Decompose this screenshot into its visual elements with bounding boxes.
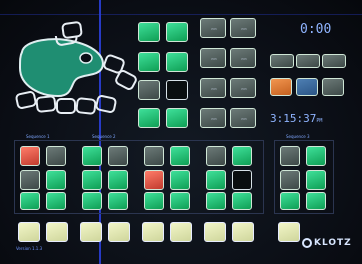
bottom-button[interactable]	[142, 222, 164, 242]
transport-button[interactable]	[270, 54, 294, 68]
seq-pad[interactable]	[206, 146, 226, 166]
seq-pad[interactable]	[82, 192, 102, 210]
clock-suffix: PM	[316, 118, 323, 124]
seq-pad[interactable]	[280, 170, 300, 190]
seq-pad[interactable]	[232, 146, 252, 166]
seq-pad[interactable]	[170, 170, 190, 190]
seq-pad[interactable]	[206, 192, 226, 210]
grey-button[interactable]: ▭▭	[200, 78, 226, 98]
color-ring-icon[interactable]	[35, 94, 57, 114]
section-label-2: Sequence 2	[92, 134, 116, 139]
transport-button[interactable]	[296, 54, 320, 68]
seq-pad[interactable]	[108, 170, 128, 190]
bottom-button[interactable]	[170, 222, 192, 242]
grey-button[interactable]: ▭▭	[230, 108, 256, 128]
bottom-button[interactable]	[278, 222, 300, 242]
seq-pad[interactable]	[206, 170, 226, 190]
bottom-button[interactable]	[46, 222, 68, 242]
bottom-button[interactable]	[204, 222, 226, 242]
bottom-button[interactable]	[232, 222, 254, 242]
version-label: Version 1.1.3	[16, 246, 43, 251]
clock-time: 3:15:37	[270, 112, 317, 125]
transport-button[interactable]	[322, 54, 346, 68]
pad-top-7[interactable]	[138, 108, 160, 128]
seq-pad[interactable]	[280, 146, 300, 166]
time-display: 0:00	[300, 22, 332, 37]
app-window: ▭▭ ▭▭ ▭▭ ▭▭ ▭▭ ▭▭ ▭▭ ▭▭ 0:00 3:15:37PM S…	[0, 0, 362, 264]
seq-pad[interactable]	[306, 192, 326, 210]
grey-button[interactable]: ▭▭	[200, 18, 226, 38]
seq-pad[interactable]	[144, 170, 164, 190]
seq-pad[interactable]	[46, 170, 66, 190]
klotz-logo-icon: KLOTZ	[302, 234, 358, 252]
grey-button[interactable]: ▭▭	[200, 48, 226, 68]
seq-pad[interactable]	[306, 170, 326, 190]
section-label-3: Sequence 3	[286, 134, 310, 139]
stop-button[interactable]	[322, 78, 344, 96]
record-button[interactable]	[270, 78, 292, 96]
seq-pad[interactable]	[280, 192, 300, 210]
bottom-button[interactable]	[18, 222, 40, 242]
seq-pad[interactable]	[20, 146, 40, 166]
grey-button[interactable]: ▭▭	[200, 108, 226, 128]
grey-button[interactable]: ▭▭	[230, 78, 256, 98]
system-clock: 3:15:37PM	[270, 112, 322, 125]
seq-pad[interactable]	[82, 170, 102, 190]
pad-top-5[interactable]	[138, 80, 160, 100]
guide-line-top	[0, 14, 362, 15]
pad-top-8[interactable]	[166, 108, 188, 128]
pad-top-4[interactable]	[166, 52, 188, 72]
seq-pad[interactable]	[144, 146, 164, 166]
seq-pad[interactable]	[108, 192, 128, 210]
seq-pad[interactable]	[108, 146, 128, 166]
seq-pad[interactable]	[170, 146, 190, 166]
pad-top-6[interactable]	[166, 80, 188, 100]
seq-pad[interactable]	[20, 170, 40, 190]
bottom-button[interactable]	[108, 222, 130, 242]
grey-button[interactable]: ▭▭	[230, 18, 256, 38]
grey-button[interactable]: ▭▭	[230, 48, 256, 68]
seq-pad[interactable]	[232, 170, 252, 190]
seq-pad[interactable]	[170, 192, 190, 210]
bottom-button[interactable]	[80, 222, 102, 242]
seq-pad[interactable]	[144, 192, 164, 210]
brand-logo: KLOTZ	[314, 238, 352, 248]
color-ring-icon[interactable]	[60, 20, 84, 40]
section-label-1: Sequence 1	[26, 134, 50, 139]
pad-top-1[interactable]	[138, 22, 160, 42]
pad-top-3[interactable]	[138, 52, 160, 72]
color-ring-icon[interactable]	[56, 98, 76, 114]
play-button[interactable]	[296, 78, 318, 96]
seq-pad[interactable]	[20, 192, 40, 210]
seq-pad[interactable]	[306, 146, 326, 166]
seq-pad[interactable]	[232, 192, 252, 210]
seq-pad[interactable]	[46, 146, 66, 166]
color-ring-icon[interactable]	[75, 96, 97, 116]
seq-pad[interactable]	[82, 146, 102, 166]
pad-top-2[interactable]	[166, 22, 188, 42]
logo-mark-icon	[302, 238, 312, 248]
seq-pad[interactable]	[46, 192, 66, 210]
